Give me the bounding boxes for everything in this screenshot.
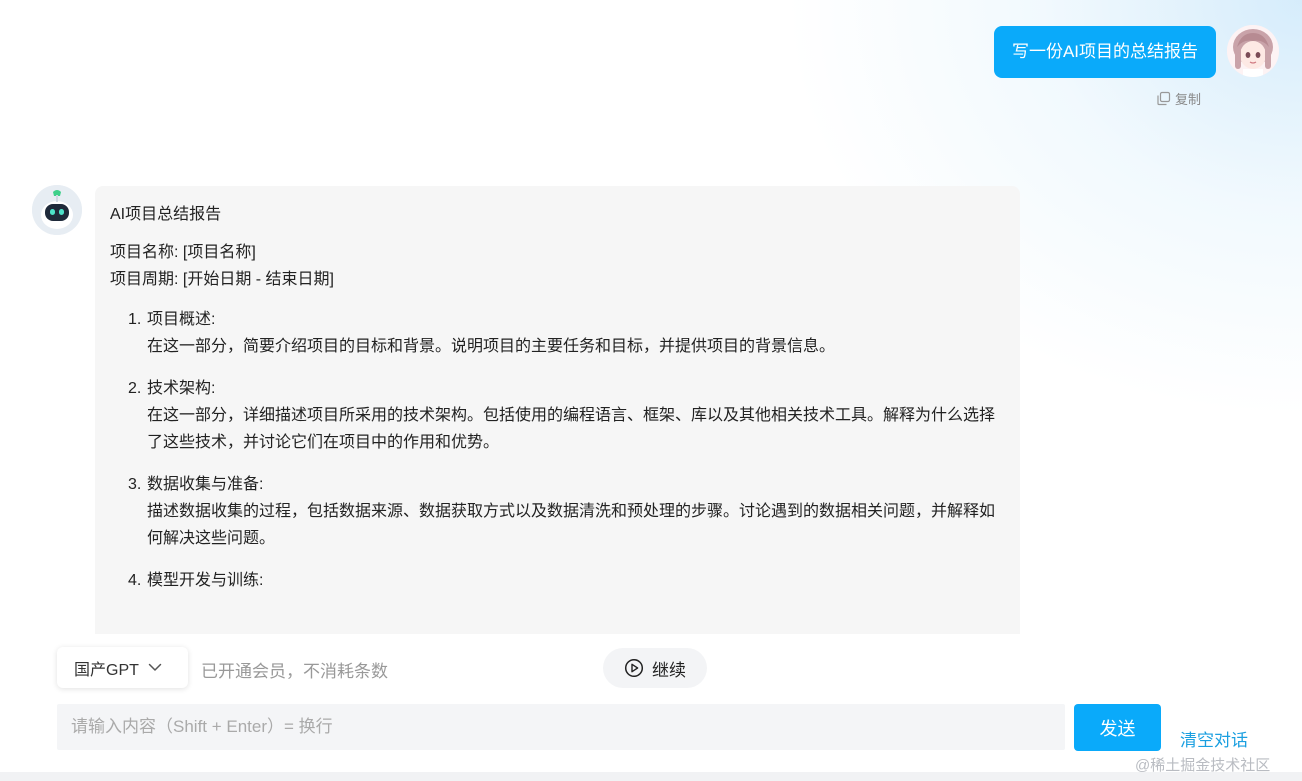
play-circle-icon bbox=[624, 658, 644, 678]
section-description: 描述数据收集的过程，包括数据来源、数据获取方式以及数据清洗和预处理的步骤。讨论遇… bbox=[147, 503, 996, 547]
report-section-list: 1. 项目概述: 在这一部分，简要介绍项目的目标和背景。说明项目的主要任务和目标… bbox=[110, 306, 1005, 594]
user-message-bubble: 写一份AI项目的总结报告 bbox=[994, 26, 1216, 78]
section-heading: 模型开发与训练: bbox=[147, 572, 264, 589]
user-avatar bbox=[1227, 25, 1279, 77]
report-section: 2. 技术架构: 在这一部分，详细描述项目所采用的技术架构。包括使用的编程语言、… bbox=[128, 375, 1005, 456]
message-input[interactable] bbox=[57, 704, 1065, 750]
watermark: @稀土掘金技术社区 bbox=[1135, 757, 1271, 774]
continue-button[interactable]: 继续 bbox=[603, 648, 707, 688]
copy-label: 复制 bbox=[1175, 91, 1202, 107]
section-number: 2. bbox=[128, 380, 142, 397]
copy-button[interactable]: 复制 bbox=[1156, 89, 1201, 107]
section-heading: 项目概述: bbox=[147, 311, 216, 328]
robot-icon bbox=[32, 185, 82, 235]
chevron-down-icon bbox=[148, 663, 162, 671]
continue-label: 继续 bbox=[652, 660, 686, 680]
section-number: 3. bbox=[128, 476, 142, 493]
model-select-label: 国产GPT bbox=[74, 661, 139, 679]
chat-area[interactable]: 写一份AI项目的总结报告 复制 AI项目总结报告 项目名称: [项目名称] 项目… bbox=[0, 0, 1302, 634]
copy-icon bbox=[1157, 91, 1171, 105]
section-description: 在这一部分，详细描述项目所采用的技术架构。包括使用的编程语言、框架、库以及其他相… bbox=[147, 407, 996, 451]
bot-message-bubble: AI项目总结报告 项目名称: [项目名称] 项目周期: [开始日期 - 结束日期… bbox=[95, 186, 1020, 634]
section-description: 在这一部分，简要介绍项目的目标和背景。说明项目的主要任务和目标，并提供项目的背景… bbox=[147, 338, 836, 355]
section-heading: 技术架构: bbox=[147, 380, 216, 397]
report-title: AI项目总结报告 bbox=[110, 206, 222, 223]
report-section: 3. 数据收集与准备: 描述数据收集的过程，包括数据来源、数据获取方式以及数据清… bbox=[128, 471, 1005, 552]
section-number: 4. bbox=[128, 572, 142, 589]
report-section: 4. 模型开发与训练: bbox=[128, 567, 1005, 594]
bot-avatar bbox=[32, 185, 82, 235]
user-avatar-illustration bbox=[1227, 25, 1279, 77]
section-heading: 数据收集与准备: bbox=[147, 476, 264, 493]
model-select[interactable]: 国产GPT bbox=[57, 647, 188, 688]
member-status-note: 已开通会员，不消耗条数 bbox=[201, 662, 388, 681]
clear-conversation-button[interactable]: 清空对话 bbox=[1180, 726, 1248, 751]
send-button[interactable]: 发送 bbox=[1074, 704, 1161, 751]
section-number: 1. bbox=[128, 311, 142, 328]
project-period-line: 项目周期: [开始日期 - 结束日期] bbox=[110, 271, 335, 288]
footer-band bbox=[0, 772, 1302, 781]
project-name-line: 项目名称: [项目名称] bbox=[110, 244, 256, 261]
report-section: 1. 项目概述: 在这一部分，简要介绍项目的目标和背景。说明项目的主要任务和目标… bbox=[128, 306, 1005, 360]
